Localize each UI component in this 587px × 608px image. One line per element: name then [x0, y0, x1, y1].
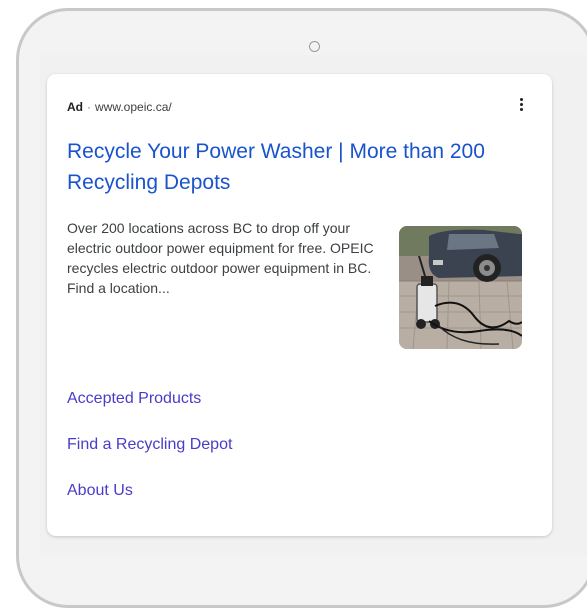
- sitelink-find-recycling-depot[interactable]: Find a Recycling Depot: [67, 436, 232, 454]
- ad-description: Over 200 locations across BC to drop off…: [67, 220, 374, 296]
- separator: ·: [87, 100, 91, 114]
- power-washer-photo[interactable]: [399, 226, 522, 349]
- camera-icon: [309, 41, 320, 52]
- ad-headline[interactable]: Recycle Your Power Washer | More than 20…: [67, 136, 537, 198]
- sitelink-accepted-products[interactable]: Accepted Products: [67, 390, 201, 408]
- ad-url[interactable]: www.opeic.ca/: [95, 100, 172, 114]
- ad-label: Ad: [67, 100, 83, 114]
- ad-header: Ad · www.opeic.ca/: [67, 100, 172, 114]
- more-vert-icon[interactable]: [515, 98, 527, 114]
- sitelink-about-us[interactable]: About Us: [67, 482, 133, 500]
- ad-card[interactable]: Ad · www.opeic.ca/ Recycle Your Power Wash…: [47, 74, 552, 536]
